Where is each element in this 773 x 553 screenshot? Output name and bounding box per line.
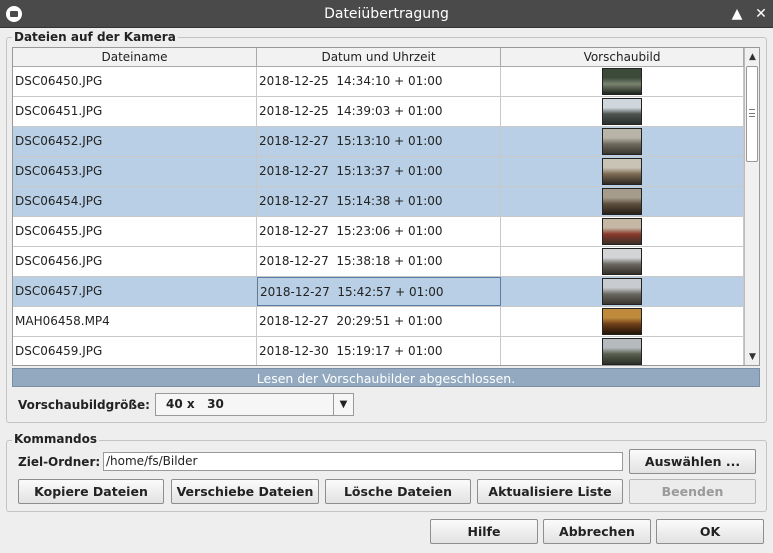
table-row[interactable]: DSC06457.JPG 2018-12-27 15:42:57 + 01:00 bbox=[13, 277, 744, 307]
target-folder-label: Ziel-Ordner: bbox=[18, 455, 101, 469]
column-header-thumbnail[interactable]: Vorschaubild bbox=[501, 48, 744, 67]
thumbnail-cell bbox=[501, 157, 744, 186]
minimize-icon[interactable]: ▲ bbox=[727, 4, 747, 24]
date-cell: 2018-12-27 15:13:10 + 01:00 bbox=[257, 127, 501, 156]
filename-cell: DSC06453.JPG bbox=[13, 157, 257, 186]
target-folder-field[interactable]: /home/fs/Bilder bbox=[103, 452, 623, 471]
table-scrollbar[interactable]: ▲ ▼ bbox=[744, 48, 759, 365]
date-cell: 2018-12-27 15:14:38 + 01:00 bbox=[257, 187, 501, 216]
commands-group-title: Kommandos bbox=[12, 432, 99, 446]
filename-cell: DSC06450.JPG bbox=[13, 67, 257, 96]
thumbnail-cell bbox=[501, 217, 744, 246]
filename-cell: DSC06451.JPG bbox=[13, 97, 257, 126]
date-cell: 2018-12-27 15:42:57 + 01:00 bbox=[257, 277, 501, 306]
thumbnail-image bbox=[602, 218, 642, 245]
ok-button[interactable]: OK bbox=[656, 519, 764, 544]
table-row[interactable]: DSC06453.JPG 2018-12-27 15:13:37 + 01:00 bbox=[13, 157, 744, 187]
title-bar: Dateiübertragung ▲ ✕ bbox=[0, 0, 773, 28]
refresh-list-button[interactable]: Aktualisiere Liste bbox=[477, 479, 623, 504]
thumbnail-cell bbox=[501, 187, 744, 216]
delete-files-button[interactable]: Lösche Dateien bbox=[325, 479, 471, 504]
table-row[interactable]: MAH06458.MP4 2018-12-27 20:29:51 + 01:00 bbox=[13, 307, 744, 337]
camera-files-group-title: Dateien auf der Kamera bbox=[12, 30, 178, 44]
help-button[interactable]: Hilfe bbox=[430, 519, 538, 544]
thumbnail-cell bbox=[501, 67, 744, 96]
thumbnail-image bbox=[602, 248, 642, 275]
thumb-size-value: 40 x 30 bbox=[166, 397, 224, 411]
filename-cell: DSC06456.JPG bbox=[13, 247, 257, 276]
filename-cell: DSC06455.JPG bbox=[13, 217, 257, 246]
thumbnail-image bbox=[602, 338, 642, 365]
thumb-size-select[interactable]: 40 x 30 ▼ bbox=[155, 393, 354, 416]
thumbnail-image bbox=[602, 308, 642, 335]
date-cell: 2018-12-27 15:13:37 + 01:00 bbox=[257, 157, 501, 186]
thumbnail-image bbox=[602, 128, 642, 155]
thumbnail-image bbox=[602, 98, 642, 125]
date-cell: 2018-12-27 15:38:18 + 01:00 bbox=[257, 247, 501, 276]
table-row[interactable]: DSC06451.JPG 2018-12-25 14:39:03 + 01:00 bbox=[13, 97, 744, 127]
thumbnail-image bbox=[602, 188, 642, 215]
thumb-size-label: Vorschaubildgröße: bbox=[18, 398, 150, 412]
thumbnail-cell bbox=[501, 127, 744, 156]
thumbnail-image bbox=[602, 158, 642, 185]
thumbnail-image bbox=[602, 68, 642, 95]
date-cell: 2018-12-30 15:19:17 + 01:00 bbox=[257, 337, 501, 365]
thumbnail-image bbox=[602, 278, 642, 305]
scroll-down-icon[interactable]: ▼ bbox=[745, 350, 759, 365]
copy-files-button[interactable]: Kopiere Dateien bbox=[18, 479, 164, 504]
filename-cell: DSC06452.JPG bbox=[13, 127, 257, 156]
table-row[interactable]: DSC06450.JPG 2018-12-25 14:34:10 + 01:00 bbox=[13, 67, 744, 97]
table-row[interactable]: DSC06459.JPG 2018-12-30 15:19:17 + 01:00 bbox=[13, 337, 744, 365]
scroll-up-icon[interactable]: ▲ bbox=[745, 50, 759, 65]
table-row[interactable]: DSC06455.JPG 2018-12-27 15:23:06 + 01:00 bbox=[13, 217, 744, 247]
filename-cell: DSC06454.JPG bbox=[13, 187, 257, 216]
thumbnail-cell bbox=[501, 277, 744, 306]
filename-cell: DSC06459.JPG bbox=[13, 337, 257, 365]
choose-folder-button[interactable]: Auswählen ... bbox=[629, 449, 756, 474]
date-cell: 2018-12-27 20:29:51 + 01:00 bbox=[257, 307, 501, 336]
filename-cell: MAH06458.MP4 bbox=[13, 307, 257, 336]
close-icon[interactable]: ✕ bbox=[751, 4, 771, 24]
date-cell: 2018-12-27 15:23:06 + 01:00 bbox=[257, 217, 501, 246]
window-title: Dateiübertragung bbox=[324, 6, 449, 22]
column-header-filename[interactable]: Dateiname bbox=[13, 48, 257, 67]
table-header: Dateiname Datum und Uhrzeit Vorschaubild bbox=[13, 48, 744, 67]
filename-cell: DSC06457.JPG bbox=[13, 277, 257, 306]
table-body: DSC06450.JPG 2018-12-25 14:34:10 + 01:00 D… bbox=[13, 67, 744, 365]
move-files-button[interactable]: Verschiebe Dateien bbox=[171, 479, 319, 504]
table-row[interactable]: DSC06454.JPG 2018-12-27 15:14:38 + 01:00 bbox=[13, 187, 744, 217]
thumbnail-cell bbox=[501, 97, 744, 126]
status-bar: Lesen der Vorschaubilder abgeschlossen. bbox=[12, 368, 760, 387]
date-cell: 2018-12-25 14:34:10 + 01:00 bbox=[257, 67, 501, 96]
column-header-date[interactable]: Datum und Uhrzeit bbox=[257, 48, 501, 67]
thumbnail-cell bbox=[501, 337, 744, 365]
thumbnail-cell bbox=[501, 247, 744, 276]
scrollbar-thumb[interactable] bbox=[746, 66, 758, 162]
chevron-down-icon[interactable]: ▼ bbox=[333, 394, 353, 415]
table-row[interactable]: DSC06452.JPG 2018-12-27 15:13:10 + 01:00 bbox=[13, 127, 744, 157]
cancel-button[interactable]: Abbrechen bbox=[543, 519, 651, 544]
thumbnail-cell bbox=[501, 307, 744, 336]
date-cell: 2018-12-25 14:39:03 + 01:00 bbox=[257, 97, 501, 126]
stop-button: Beenden bbox=[629, 479, 756, 504]
table-row[interactable]: DSC06456.JPG 2018-12-27 15:38:18 + 01:00 bbox=[13, 247, 744, 277]
files-table: Dateiname Datum und Uhrzeit Vorschaubild… bbox=[12, 47, 760, 366]
grip-icon bbox=[749, 109, 755, 117]
